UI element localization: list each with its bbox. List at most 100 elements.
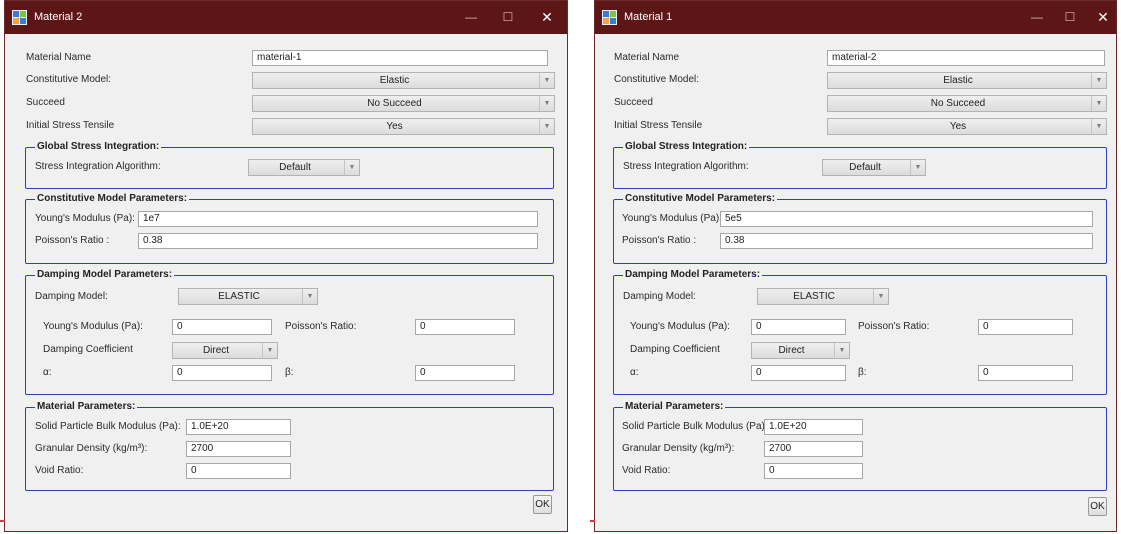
damping-youngs-label: Young's Modulus (Pa):: [43, 321, 143, 332]
granular-density-label: Granular Density (kg/m³):: [622, 443, 735, 454]
global-stress-group: Global Stress Integration: Stress Integr…: [613, 141, 1107, 189]
succeed-value: No Succeed: [367, 98, 422, 109]
beta-label: β:: [285, 367, 294, 378]
damping-coefficient-label: Damping Coefficient: [630, 344, 720, 355]
constitutive-params-group-title: Constitutive Model Parameters:: [35, 193, 190, 204]
damping-coefficient-value: Direct: [778, 345, 805, 356]
bulk-modulus-input[interactable]: 1.0E+20: [186, 419, 291, 435]
damping-model-label: Damping Model:: [35, 291, 108, 302]
granular-density-label: Granular Density (kg/m³):: [35, 443, 148, 454]
poisson-ratio-input[interactable]: 0.38: [138, 233, 538, 249]
maximize-icon[interactable]: ☐: [1054, 7, 1086, 27]
maximize-icon[interactable]: ☐: [492, 7, 524, 27]
alpha-input[interactable]: 0: [172, 365, 272, 381]
material-params-group-title: Material Parameters:: [623, 401, 726, 412]
succeed-label: Succeed: [26, 97, 65, 108]
succeed-label: Succeed: [614, 97, 653, 108]
damping-youngs-input[interactable]: 0: [172, 319, 272, 335]
initial-stress-label: Initial Stress Tensile: [26, 120, 115, 131]
chevron-down-icon: ▼: [1091, 73, 1106, 88]
algorithm-select[interactable]: Default ▼: [248, 159, 360, 176]
app-icon: [12, 10, 27, 25]
youngs-modulus-input[interactable]: 1e7: [138, 211, 538, 227]
alpha-label: α:: [43, 367, 52, 378]
app-icon: [602, 10, 617, 25]
material-name-input[interactable]: material-2: [827, 50, 1105, 66]
chevron-down-icon: ▼: [539, 73, 554, 88]
chevron-down-icon: ▼: [910, 160, 925, 175]
title-bar[interactable]: Material 1 — ☐ ✕: [595, 1, 1116, 34]
minimize-icon[interactable]: —: [1021, 7, 1053, 27]
global-stress-group: Global Stress Integration: Stress Integr…: [25, 141, 554, 189]
chevron-down-icon: ▼: [302, 289, 317, 304]
ok-button[interactable]: OK: [533, 495, 552, 514]
constitutive-model-label: Constitutive Model:: [26, 74, 112, 85]
beta-input[interactable]: 0: [978, 365, 1073, 381]
initial-stress-select[interactable]: Yes ▼: [252, 118, 555, 135]
constitutive-model-select[interactable]: Elastic ▼: [827, 72, 1107, 89]
algorithm-value: Default: [279, 162, 311, 173]
damping-model-label: Damping Model:: [623, 291, 696, 302]
damping-model-select[interactable]: ELASTIC ▼: [178, 288, 318, 305]
damping-youngs-input[interactable]: 0: [751, 319, 846, 335]
beta-label: β:: [858, 367, 867, 378]
damping-coefficient-label: Damping Coefficient: [43, 344, 133, 355]
constitutive-model-select[interactable]: Elastic ▼: [252, 72, 555, 89]
initial-stress-value: Yes: [386, 121, 403, 132]
damping-model-select[interactable]: ELASTIC ▼: [757, 288, 889, 305]
alpha-input[interactable]: 0: [751, 365, 846, 381]
bulk-modulus-input[interactable]: 1.0E+20: [764, 419, 863, 435]
youngs-modulus-label: Young's Modulus (Pa):: [622, 213, 722, 224]
algorithm-value: Default: [849, 162, 881, 173]
title-bar[interactable]: Material 2 — ☐ ✕: [5, 1, 567, 34]
damping-coefficient-select[interactable]: Direct ▼: [751, 342, 850, 359]
youngs-modulus-input[interactable]: 5e5: [720, 211, 1093, 227]
constitutive-model-label: Constitutive Model:: [614, 74, 700, 85]
damping-youngs-label: Young's Modulus (Pa):: [630, 321, 730, 332]
material-params-group: Material Parameters: Solid Particle Bulk…: [613, 401, 1107, 491]
algorithm-label: Stress Integration Algorithm:: [623, 161, 749, 172]
granular-density-input[interactable]: 2700: [186, 441, 291, 457]
resize-marker: [0, 520, 5, 522]
poisson-ratio-input[interactable]: 0.38: [720, 233, 1093, 249]
material-params-group: Material Parameters: Solid Particle Bulk…: [25, 401, 554, 491]
global-stress-group-title: Global Stress Integration:: [623, 141, 750, 152]
damping-coefficient-value: Direct: [202, 345, 230, 356]
void-ratio-input[interactable]: 0: [186, 463, 291, 479]
chevron-down-icon: ▼: [539, 119, 554, 134]
bulk-modulus-label: Solid Particle Bulk Modulus (Pa):: [622, 421, 768, 432]
close-icon[interactable]: ✕: [1087, 7, 1119, 27]
succeed-value: No Succeed: [930, 98, 986, 109]
damping-model-value: ELASTIC: [793, 291, 835, 302]
constitutive-params-group: Constitutive Model Parameters: Young's M…: [25, 193, 554, 264]
constitutive-model-value: Elastic: [379, 75, 410, 86]
algorithm-select[interactable]: Default ▼: [822, 159, 926, 176]
damping-poisson-input[interactable]: 0: [978, 319, 1073, 335]
void-ratio-label: Void Ratio:: [622, 465, 671, 476]
poisson-ratio-label: Poisson's Ratio :: [622, 235, 697, 246]
damping-coefficient-select[interactable]: Direct ▼: [172, 342, 278, 359]
granular-density-input[interactable]: 2700: [764, 441, 863, 457]
youngs-modulus-label: Young's Modulus (Pa):: [35, 213, 135, 224]
chevron-down-icon: ▼: [539, 96, 554, 111]
close-icon[interactable]: ✕: [531, 7, 563, 27]
beta-input[interactable]: 0: [415, 365, 515, 381]
material-name-label: Material Name: [614, 52, 680, 63]
constitutive-model-value: Elastic: [943, 75, 973, 86]
damping-poisson-input[interactable]: 0: [415, 319, 515, 335]
void-ratio-input[interactable]: 0: [764, 463, 863, 479]
damping-params-group: Damping Model Parameters: Damping Model:…: [25, 269, 554, 395]
minimize-icon[interactable]: —: [455, 7, 487, 27]
constitutive-params-group: Constitutive Model Parameters: Young's M…: [613, 193, 1107, 264]
initial-stress-select[interactable]: Yes ▼: [827, 118, 1107, 135]
material-dialog-window: Material 2 — ☐ ✕ Material Name material-…: [4, 0, 568, 532]
initial-stress-value: Yes: [949, 121, 967, 132]
algorithm-label: Stress Integration Algorithm:: [35, 161, 161, 172]
material-name-input[interactable]: material-1: [252, 50, 548, 66]
succeed-select[interactable]: No Succeed ▼: [827, 95, 1107, 112]
window-title: Material 2: [34, 11, 83, 23]
succeed-select[interactable]: No Succeed ▼: [252, 95, 555, 112]
resize-marker: [590, 520, 595, 522]
damping-params-group-title: Damping Model Parameters:: [35, 269, 175, 280]
ok-button[interactable]: OK: [1088, 497, 1107, 516]
